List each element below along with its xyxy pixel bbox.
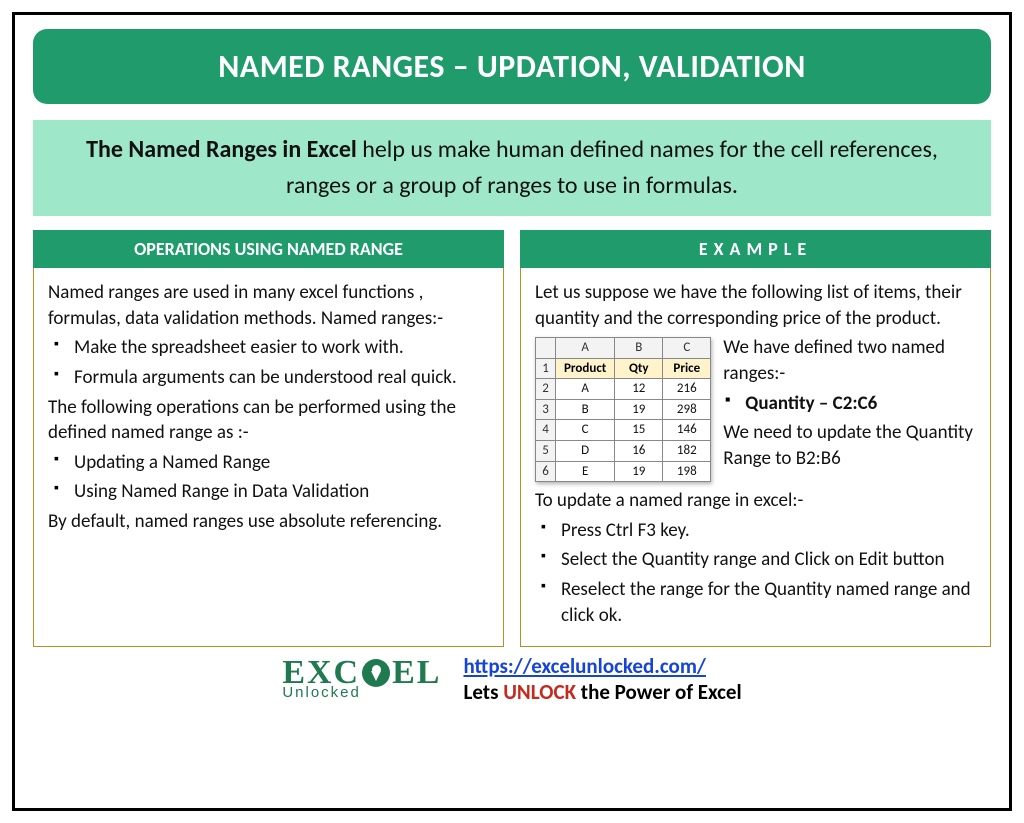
keyhole-icon xyxy=(362,659,390,687)
tag-2: the Power of Excel xyxy=(576,679,742,705)
logo: EXC EL Unlocked xyxy=(282,658,441,702)
example-row: A B C 1 Product Qty Price 2 A xyxy=(535,335,976,482)
cell: A xyxy=(556,379,615,400)
page-title: NAMED RANGES – UPDATION, VALIDATION xyxy=(33,29,991,104)
side-p1: We have defined two named ranges:- xyxy=(723,335,976,386)
content-columns: OPERATIONS USING NAMED RANGE Named range… xyxy=(33,230,991,647)
excel-table: A B C 1 Product Qty Price 2 A xyxy=(535,337,711,482)
col-header-a: A xyxy=(556,338,615,359)
th-qty: Qty xyxy=(615,358,663,379)
cell: 12 xyxy=(615,379,663,400)
intro-rest: help us make human defined names for the… xyxy=(286,135,938,200)
infographic-frame: NAMED RANGES – UPDATION, VALIDATION The … xyxy=(12,12,1012,811)
side-p2: We need to update the Quantity Range to … xyxy=(723,420,976,471)
right-p2: To update a named range in excel:- xyxy=(535,488,976,514)
tag-1: Lets xyxy=(463,679,503,705)
cell: 198 xyxy=(663,461,711,482)
step-2: Select the Quantity range and Click on E… xyxy=(561,547,976,573)
left-column: OPERATIONS USING NAMED RANGE Named range… xyxy=(33,230,504,647)
row-header-4: 4 xyxy=(536,420,556,441)
intro-banner: The Named Ranges in Excel help us make h… xyxy=(33,120,991,216)
intro-bold: The Named Ranges in Excel xyxy=(86,135,357,164)
cell: 16 xyxy=(615,441,663,462)
right-column: EXAMPLE Let us suppose we have the follo… xyxy=(520,230,991,647)
side-bullet-1: Quantity – C2:C6 xyxy=(745,391,976,417)
table-corner xyxy=(536,338,556,359)
left-bullet-2: Formula arguments can be understood real… xyxy=(74,365,489,391)
th-price: Price xyxy=(663,358,711,379)
row-header-3: 3 xyxy=(536,399,556,420)
cell: 182 xyxy=(663,441,711,462)
step-1: Press Ctrl F3 key. xyxy=(561,518,976,544)
footer-tagline: Lets UNLOCK the Power of Excel xyxy=(463,679,741,705)
cell: 146 xyxy=(663,420,711,441)
cell: 15 xyxy=(615,420,663,441)
left-column-body: Named ranges are used in many excel func… xyxy=(33,268,504,647)
step-3: Reselect the range for the Quantity name… xyxy=(561,577,976,628)
cell: 19 xyxy=(615,461,663,482)
row-header-5: 5 xyxy=(536,441,556,462)
left-bullet-4: Using Named Range in Data Validation xyxy=(74,479,489,505)
left-p2: The following operations can be performe… xyxy=(48,395,489,446)
tag-unlock: UNLOCK xyxy=(503,679,576,705)
cell: 298 xyxy=(663,399,711,420)
footer-text: https://excelunlocked.com/ Lets UNLOCK t… xyxy=(463,653,741,705)
col-header-c: C xyxy=(663,338,711,359)
left-bullet-1: Make the spreadsheet easier to work with… xyxy=(74,335,489,361)
left-p1: Named ranges are used in many excel func… xyxy=(48,280,489,331)
cell: B xyxy=(556,399,615,420)
row-header-6: 6 xyxy=(536,461,556,482)
cell: E xyxy=(556,461,615,482)
footer: EXC EL Unlocked https://excelunlocked.co… xyxy=(33,653,991,705)
col-header-b: B xyxy=(615,338,663,359)
right-p1: Let us suppose we have the following lis… xyxy=(535,280,976,331)
footer-link[interactable]: https://excelunlocked.com/ xyxy=(463,653,705,679)
example-side-text: We have defined two named ranges:- Quant… xyxy=(723,335,976,471)
logo-text-2: EL xyxy=(392,658,441,689)
row-header-1: 1 xyxy=(536,358,556,379)
row-header-2: 2 xyxy=(536,379,556,400)
cell: 19 xyxy=(615,399,663,420)
left-column-header: OPERATIONS USING NAMED RANGE xyxy=(33,230,504,268)
cell: D xyxy=(556,441,615,462)
left-p3: By default, named ranges use absolute re… xyxy=(48,509,489,535)
cell: 216 xyxy=(663,379,711,400)
left-bullet-3: Updating a Named Range xyxy=(74,450,489,476)
th-product: Product xyxy=(556,358,615,379)
cell: C xyxy=(556,420,615,441)
right-column-body: Let us suppose we have the following lis… xyxy=(520,268,991,647)
right-column-header: EXAMPLE xyxy=(520,230,991,268)
